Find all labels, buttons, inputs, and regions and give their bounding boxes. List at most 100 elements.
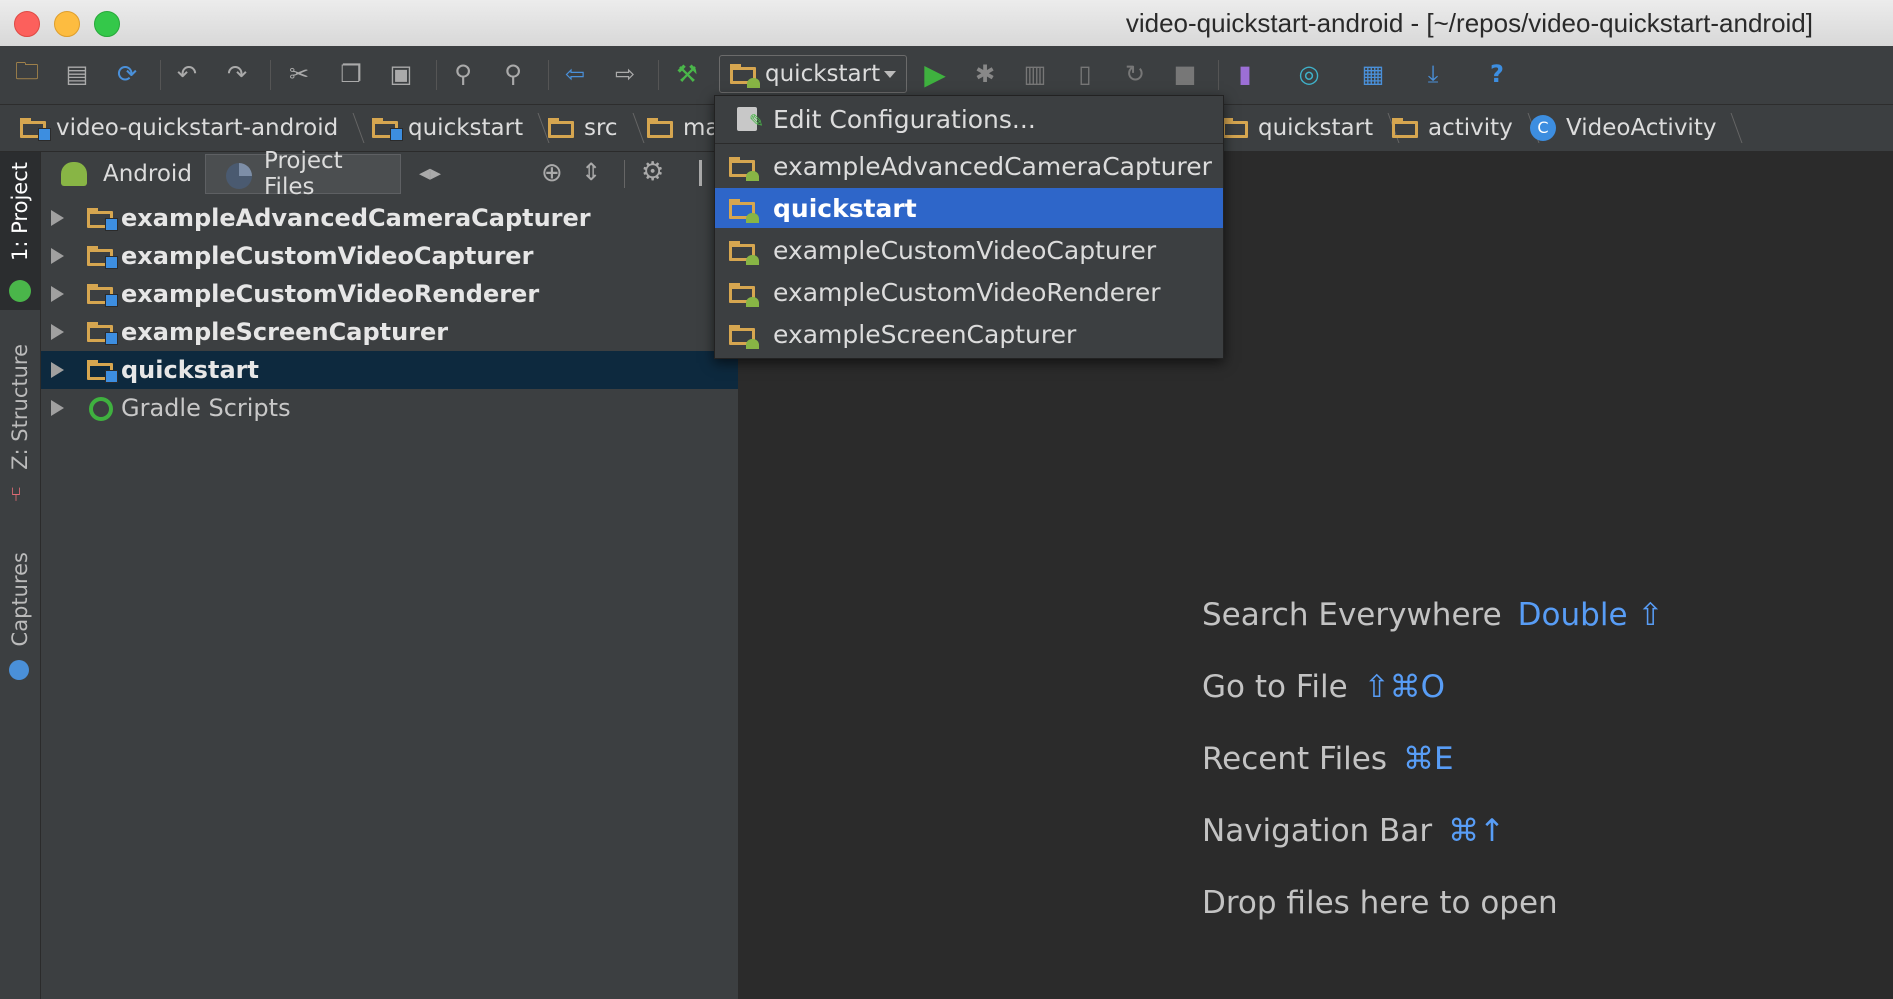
tree-item-exampleScreenCapturer[interactable]: exampleScreenCapturer [41, 313, 738, 351]
apply-changes-icon[interactable]: ↻ [1118, 57, 1152, 91]
tree-item-exampleCustomVideoRenderer[interactable]: exampleCustomVideoRenderer [41, 275, 738, 313]
tree-item-quickstart[interactable]: quickstart [41, 351, 738, 389]
run-config-label: quickstart [765, 61, 881, 87]
gradle-icon [89, 397, 113, 421]
android-icon [61, 162, 87, 186]
tab-captures[interactable]: Captures [0, 552, 40, 646]
find-icon[interactable]: ⚲ [446, 57, 480, 91]
hint-recent-files: Recent Files ⌘E [1202, 741, 1454, 777]
forward-arrow-icon[interactable]: ⇨ [608, 57, 642, 91]
tab-structure[interactable]: Z: Structure [0, 344, 40, 470]
stop-icon[interactable]: ■ [1168, 57, 1202, 91]
breadcrumb-item-package[interactable]: quickstart [1222, 112, 1400, 144]
pencil-icon: ✎ [749, 111, 765, 132]
popup-item-exampleScreenCapturer[interactable]: exampleScreenCapturer [715, 314, 1223, 354]
module-folder-icon [729, 156, 759, 181]
breadcrumb-item-module[interactable]: quickstart [372, 112, 550, 144]
module-folder-icon [87, 245, 118, 269]
save-icon[interactable]: ▤ [60, 57, 94, 91]
edit-configurations-item[interactable]: ✎ Edit Configurations... [715, 99, 1223, 139]
hide-panel-icon[interactable] [699, 160, 711, 186]
profile-icon[interactable]: ▥ [1018, 57, 1052, 91]
popup-item-exampleCustomVideoCapturer[interactable]: exampleCustomVideoCapturer [715, 230, 1223, 270]
project-structure-icon[interactable]: ▦ [1356, 57, 1390, 91]
popup-item-exampleAdvancedCameraCapturer[interactable]: exampleAdvancedCameraCapturer [715, 146, 1223, 186]
popup-item-quickstart[interactable]: quickstart [715, 188, 1223, 228]
tree-item-exampleAdvancedCameraCapturer[interactable]: exampleAdvancedCameraCapturer [41, 199, 738, 237]
module-folder-icon [87, 207, 118, 231]
module-folder-icon [87, 359, 118, 383]
hint-go-to-file: Go to File ⇧⌘O [1202, 669, 1446, 705]
replace-icon[interactable]: ⚲ [496, 57, 530, 91]
open-folder-icon[interactable]: 🗀 [10, 57, 44, 91]
module-folder-icon [730, 63, 760, 88]
tab-project[interactable]: 1: Project [0, 162, 40, 261]
left-tool-strip: 1: Project Z: Structure ⑂ Captures [0, 152, 41, 999]
cut-icon[interactable]: ✂ [282, 57, 316, 91]
sync-icon[interactable]: ⟳ [110, 57, 144, 91]
window-title: video-quickstart-android - [~/repos/vide… [1125, 8, 1813, 38]
back-arrow-icon[interactable]: ⇦ [558, 57, 592, 91]
folder-icon [20, 117, 51, 141]
module-folder-icon [87, 283, 118, 307]
sdk-manager-icon[interactable]: ⤓ [1416, 57, 1450, 91]
sync-gradle-icon[interactable]: ◎ [1292, 57, 1326, 91]
minimize-window-button[interactable] [54, 11, 80, 37]
hint-navigation-bar: Navigation Bar ⌘↑ [1202, 813, 1506, 849]
folder-icon [372, 117, 403, 141]
expand-arrow-icon[interactable] [51, 362, 64, 378]
tree-item-gradle-scripts[interactable]: Gradle Scripts [41, 389, 738, 427]
project-files-icon [226, 163, 252, 189]
collapse-all-icon[interactable]: ⇕ [581, 158, 601, 186]
zoom-window-button[interactable] [94, 11, 120, 37]
chevron-down-icon [884, 71, 896, 78]
folder-icon [1222, 117, 1250, 139]
scroll-from-source-icon[interactable]: ⊕ [541, 158, 563, 188]
run-config-popup: ✎ Edit Configurations... exampleAdvanced… [714, 95, 1224, 359]
breadcrumb-item-class[interactable]: C VideoActivity [1530, 112, 1743, 144]
expand-arrow-icon[interactable] [51, 324, 64, 340]
project-panel-header: Android Project Files ◂▸ ⊕ ⇕ ⚙ [41, 148, 738, 200]
project-panel: Android Project Files ◂▸ ⊕ ⇕ ⚙ exampleAd… [41, 148, 739, 999]
folder-icon [647, 117, 675, 139]
module-folder-icon [729, 282, 759, 307]
window-titlebar: video-quickstart-android - [~/repos/vide… [0, 0, 1893, 47]
copy-icon[interactable]: ❐ [334, 57, 368, 91]
breadcrumb-item-src[interactable]: src [548, 112, 645, 144]
breadcrumb-item-activity[interactable]: activity [1392, 112, 1540, 144]
module-folder-icon [87, 321, 118, 345]
tab-project-files[interactable]: Project Files [205, 148, 401, 200]
popup-item-exampleCustomVideoRenderer[interactable]: exampleCustomVideoRenderer [715, 272, 1223, 312]
captures-icon [9, 660, 29, 680]
run-config-dropdown[interactable]: quickstart [719, 55, 907, 93]
breadcrumb-item-main[interactable]: ma [647, 112, 720, 144]
expand-arrow-icon[interactable] [51, 210, 64, 226]
build-hammer-icon[interactable]: ⚒ [670, 57, 704, 91]
hint-drop-files: Drop files here to open [1202, 885, 1558, 921]
folder-icon [1392, 117, 1420, 139]
scroll-tabs-icon[interactable]: ◂▸ [419, 161, 441, 186]
undo-icon[interactable]: ↶ [170, 57, 204, 91]
android-icon [9, 280, 31, 302]
module-folder-icon [729, 240, 759, 265]
class-icon: C [1530, 115, 1556, 141]
hint-search-everywhere: Search Everywhere Double ⇧ [1202, 597, 1664, 633]
gear-icon[interactable]: ⚙ [641, 157, 664, 187]
debug-icon[interactable]: ✱ [968, 57, 1002, 91]
paste-icon[interactable]: ▣ [384, 57, 418, 91]
close-window-button[interactable] [14, 11, 40, 37]
attach-debugger-icon[interactable]: ▯ [1068, 57, 1102, 91]
expand-arrow-icon[interactable] [51, 400, 64, 416]
breadcrumb-item-project[interactable]: video-quickstart-android [20, 112, 365, 144]
expand-arrow-icon[interactable] [51, 248, 64, 264]
folder-icon [548, 117, 576, 139]
redo-icon[interactable]: ↷ [220, 57, 254, 91]
tab-android-view[interactable]: Android [61, 154, 192, 194]
module-folder-icon [729, 198, 759, 223]
expand-arrow-icon[interactable] [51, 286, 64, 302]
run-icon[interactable]: ▶ [918, 57, 952, 91]
structure-icon: ⑂ [10, 482, 22, 506]
help-icon[interactable]: ? [1480, 57, 1514, 91]
tree-item-exampleCustomVideoCapturer[interactable]: exampleCustomVideoCapturer [41, 237, 738, 275]
avd-manager-icon[interactable]: ▮ [1228, 57, 1262, 91]
